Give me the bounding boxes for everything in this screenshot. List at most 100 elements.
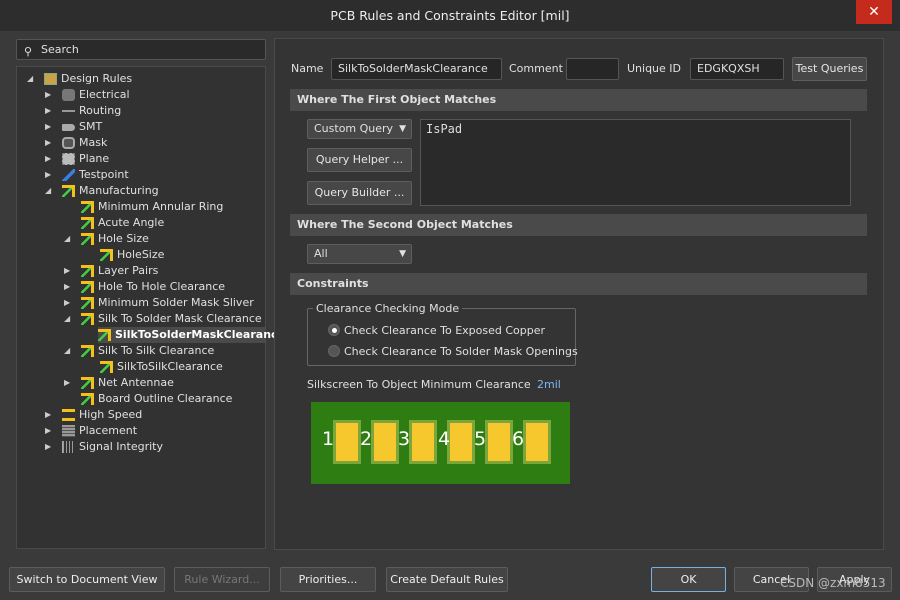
expand-arrow-icon[interactable]: ▶ [64,263,70,279]
tree-item[interactable]: ▶ Plane [45,151,110,167]
tree-item[interactable]: Board Outline Clearance [81,391,232,407]
rule-icon [81,393,94,405]
rule-icon [81,201,94,213]
collapse-arrow-icon[interactable]: ◢ [27,71,33,87]
rule-icon [100,249,113,261]
tree-item-label: High Speed [79,408,143,421]
expand-arrow-icon[interactable]: ▶ [45,439,51,455]
expand-arrow-icon[interactable]: ▶ [45,407,51,423]
tree-item[interactable]: ▶ Electrical [45,87,130,103]
second-query-type-value: All [314,247,328,260]
pad [371,420,399,464]
tree-item[interactable]: ▶ High Speed [45,407,143,423]
radio-solder-mask-openings[interactable] [328,345,340,357]
name-field[interactable]: SilkToSolderMaskClearance [331,58,502,80]
collapse-arrow-icon[interactable]: ◢ [45,183,51,199]
tree-item[interactable]: ◢ Design Rules [27,71,133,87]
tree-item-label: SilkToSolderMaskClearance* [115,328,291,341]
tree-item[interactable]: ▶ Hole To Hole Clearance [64,279,226,295]
tree-item-label: Silk To Solder Mask Clearance [98,312,262,325]
expand-arrow-icon[interactable]: ▶ [45,167,51,183]
first-query-type-dropdown[interactable]: Custom Query ▼ [307,119,412,139]
title-bar: PCB Rules and Constraints Editor [mil] [0,0,900,31]
tree-item[interactable]: ◢ Hole Size [64,231,149,247]
expand-arrow-icon[interactable]: ▶ [45,87,51,103]
expand-arrow-icon[interactable]: ▶ [45,135,51,151]
tree-item[interactable]: ▶ Signal Integrity [45,439,163,455]
tree-item[interactable]: Acute Angle [81,215,164,231]
pad-number: 6 [512,428,525,450]
tree-item[interactable]: SilkToSolderMaskClearance* [98,327,291,343]
tree-item-label: Electrical [79,88,130,101]
tree-item[interactable]: ▶ Routing [45,103,121,119]
tree-item[interactable]: SilkToSilkClearance [100,359,223,375]
tree-item[interactable]: ◢ Manufacturing [45,183,159,199]
expand-arrow-icon[interactable]: ▶ [64,295,70,311]
unique-id-field[interactable]: EDGKQXSH [690,58,784,80]
tree-item[interactable]: ▶ Minimum Solder Mask Sliver [64,295,254,311]
tree-item-label: Minimum Annular Ring [98,200,224,213]
expand-arrow-icon[interactable]: ▶ [64,279,70,295]
expand-arrow-icon[interactable]: ▶ [45,151,51,167]
collapse-arrow-icon[interactable]: ◢ [64,343,70,359]
tree-item-label: Hole Size [98,232,149,245]
min-clearance-value[interactable]: 2mil [537,375,561,395]
tree-item[interactable]: ▶ Layer Pairs [64,263,158,279]
ok-button[interactable]: OK [651,567,726,592]
query-helper-button[interactable]: Query Helper ... [307,148,412,172]
tree-item-label: Hole To Hole Clearance [98,280,226,293]
search-placeholder: Search [41,43,79,56]
min-clearance-label: Silkscreen To Object Minimum Clearance [307,378,531,391]
second-object-header: Where The Second Object Matches [290,214,867,236]
tree-item[interactable]: ▶ SMT [45,119,103,135]
search-input[interactable]: ⚲ Search [16,39,266,60]
tree-item[interactable]: ▶ Testpoint [45,167,129,183]
tree-item-label: SilkToSilkClearance [117,360,223,373]
query-builder-button[interactable]: Query Builder ... [307,181,412,205]
rule-icon [81,313,94,325]
switch-document-view-button[interactable]: Switch to Document View [9,567,165,592]
radio-exposed-copper[interactable] [328,324,340,336]
unique-id-label: Unique ID [627,62,682,75]
rule-icon [81,281,94,293]
expand-arrow-icon[interactable]: ▶ [45,423,51,439]
clearance-mode-title: Clearance Checking Mode [313,302,463,316]
collapse-arrow-icon[interactable]: ◢ [64,311,70,327]
tree-item-label: Net Antennae [98,376,174,389]
search-icon: ⚲ [24,45,33,58]
expand-arrow-icon[interactable]: ▶ [45,103,51,119]
tree-item[interactable]: ◢ Silk To Silk Clearance [64,343,215,359]
tree-item-label: Board Outline Clearance [98,392,233,405]
comment-field[interactable] [566,58,619,80]
tree-item[interactable]: ◢ Silk To Solder Mask Clearance [64,311,262,327]
radio-solder-mask-openings-label[interactable]: Check Clearance To Solder Mask Openings [344,342,578,362]
tree-item[interactable]: Minimum Annular Ring [81,199,223,215]
priorities-button[interactable]: Priorities... [280,567,376,592]
tree-item[interactable]: HoleSize [100,247,164,263]
tree-item-label: Silk To Silk Clearance [98,344,215,357]
electrical-icon [62,89,75,101]
expand-arrow-icon[interactable]: ▶ [45,119,51,135]
routing-icon [62,105,75,117]
tree-item-label: Design Rules [61,72,133,85]
radio-exposed-copper-label[interactable]: Check Clearance To Exposed Copper [344,321,545,341]
rule-icon [81,345,94,357]
test-queries-button[interactable]: Test Queries [792,57,867,81]
pad-number: 3 [398,428,411,450]
tree-item[interactable]: ▶ Placement [45,423,137,439]
rule-icon [81,297,94,309]
collapse-arrow-icon[interactable]: ◢ [64,231,70,247]
tree-item-label: Plane [79,152,110,165]
rules-tree[interactable]: ◢ Design Rules ▶ Electrical ▶ Routing ▶ SMT ▶ Mas… [16,66,291,549]
tree-item-label: SMT [79,120,103,133]
expand-arrow-icon[interactable]: ▶ [64,375,70,391]
close-button[interactable]: ✕ [856,0,892,24]
pad-number: 5 [474,428,487,450]
second-query-type-dropdown[interactable]: All ▼ [307,244,412,264]
tree-item[interactable]: ▶ Net Antennae [64,375,174,391]
tree-item[interactable]: ▶ Mask [45,135,107,151]
rule-icon [62,185,75,197]
pad [447,420,475,464]
query-editor[interactable]: IsPad [420,119,851,206]
create-default-rules-button[interactable]: Create Default Rules [386,567,508,592]
